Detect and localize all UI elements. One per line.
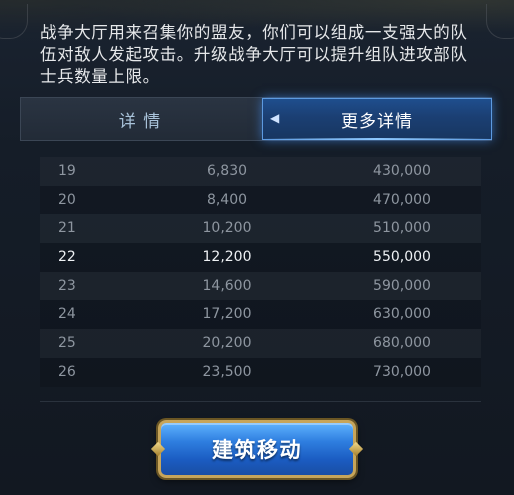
table-row: 20 8,400 470,000 [40, 185, 481, 215]
table-row: 19 6,830 430,000 [40, 157, 481, 186]
capacity-cell: 730,000 [373, 363, 431, 380]
capacity-cell: 680,000 [373, 335, 431, 352]
table-row-current-level: 22 12,200 550,000 [40, 243, 481, 272]
table-row: 24 17,200 630,000 [40, 300, 481, 330]
capacity-cell: 550,000 [373, 249, 431, 266]
table-divider [40, 401, 481, 402]
tab-more-details[interactable]: ◀ 更多详情 [262, 98, 492, 140]
troops-cell: 17,200 [202, 306, 252, 323]
table-row: 25 20,200 680,000 [40, 329, 481, 358]
move-building-button[interactable]: 建筑移动 [150, 420, 364, 478]
building-info-panel: 战争大厅用来召集你的盟友，你们可以组成一支强大的队伍对敌人发起攻击。升级战争大厅… [0, 0, 514, 495]
capacity-cell: 430,000 [373, 163, 431, 179]
troops-cell: 20,200 [202, 335, 252, 352]
tab-details-label: 详 情 [118, 111, 162, 132]
troops-cell: 14,600 [202, 277, 252, 294]
table-row: 23 14,600 590,000 [40, 272, 481, 301]
move-building-button-label: 建筑移动 [212, 438, 302, 462]
tab-details[interactable]: 详 情 [21, 98, 259, 140]
level-cell: 23 [58, 277, 76, 294]
button-gem-left-icon [150, 441, 166, 457]
level-cell: 21 [58, 220, 76, 237]
level-cell: 24 [58, 306, 76, 323]
arrow-left-icon: ◀ [270, 111, 281, 125]
capacity-cell: 630,000 [373, 306, 431, 323]
button-gem-right-icon [348, 441, 364, 457]
level-cell: 26 [58, 363, 76, 380]
troops-cell: 6,830 [206, 163, 248, 179]
capacity-cell: 590,000 [373, 277, 431, 294]
level-table: 19 6,830 430,000 20 8,400 470,000 21 10,200 510,… [40, 157, 481, 387]
troops-cell: 8,400 [206, 191, 248, 208]
troops-cell: 12,200 [202, 249, 252, 266]
table-row: 21 10,200 510,000 [40, 214, 481, 243]
level-cell: 19 [58, 163, 76, 179]
level-cell: 20 [58, 191, 76, 208]
tab-bar: 详 情 ◀ 更多详情 [20, 97, 492, 141]
troops-cell: 10,200 [202, 220, 252, 237]
tab-more-details-label: 更多详情 [341, 111, 413, 132]
capacity-cell: 470,000 [373, 191, 431, 208]
table-row: 26 23,500 730,000 [40, 357, 481, 387]
building-description: 战争大厅用来召集你的盟友，你们可以组成一支强大的队伍对敌人发起攻击。升级战争大厅… [40, 23, 468, 86]
troops-cell: 23,500 [202, 363, 252, 380]
level-cell: 25 [58, 335, 76, 352]
capacity-cell: 510,000 [373, 220, 431, 237]
level-cell: 22 [58, 249, 76, 266]
active-tab-glow [262, 138, 492, 140]
